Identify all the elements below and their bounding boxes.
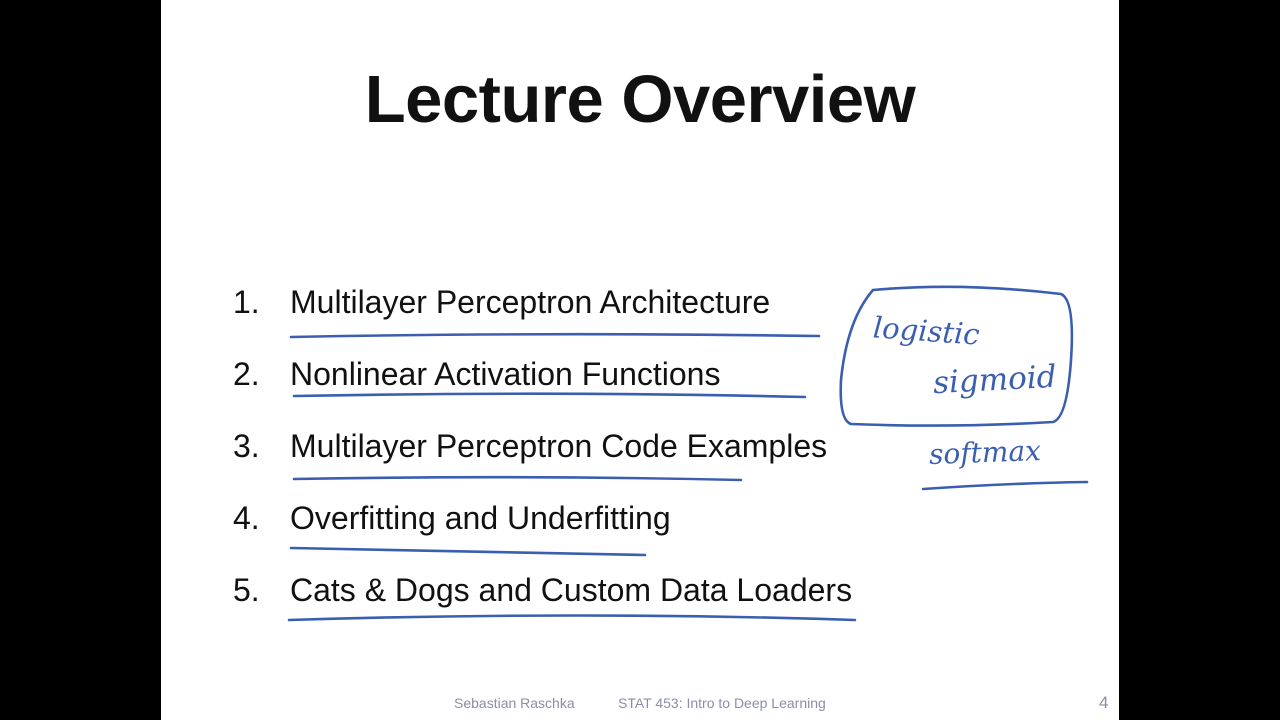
handwritten-note-softmax: softmax <box>928 434 1042 471</box>
agenda-item-2: 2. Nonlinear Activation Functions <box>233 352 720 396</box>
agenda-item-5: 5. Cats & Dogs and Custom Data Loaders <box>233 568 852 612</box>
agenda-item-4: 4. Overfitting and Underfitting <box>233 496 671 540</box>
agenda-item-number: 4. <box>233 500 260 536</box>
agenda-item-3: 3. Multilayer Perceptron Code Examples <box>233 424 827 468</box>
agenda-item-number: 1. <box>233 284 260 320</box>
slide: Lecture Overview 1. Multilayer Perceptron… <box>161 0 1119 720</box>
slide-title: Lecture Overview <box>364 62 916 137</box>
agenda-item-number: 5. <box>233 572 260 608</box>
underline-annotation <box>921 480 1089 491</box>
underline-item-3 <box>292 475 743 482</box>
handwritten-note-logistic: logistic <box>871 310 981 352</box>
agenda-item-label: Overfitting and Underfitting <box>290 500 671 536</box>
agenda-item-number: 2. <box>233 356 260 392</box>
agenda-item-number: 3. <box>233 428 260 464</box>
agenda-item-1: 1. Multilayer Perceptron Architecture <box>233 280 770 324</box>
agenda-item-label: Multilayer Perceptron Code Examples <box>290 428 828 464</box>
agenda-item-label: Cats & Dogs and Custom Data Loaders <box>290 572 853 608</box>
agenda-item-label: Multilayer Perceptron Architecture <box>290 284 771 320</box>
page-number: 4 <box>1099 693 1109 712</box>
underline-item-5 <box>287 614 857 622</box>
handwritten-note-sigmoid: sigmoid <box>932 358 1058 402</box>
footer-author: Sebastian Raschka <box>454 695 575 711</box>
annotation-box <box>839 285 1074 427</box>
video-frame: Lecture Overview 1. Multilayer Perceptron… <box>0 0 1280 720</box>
footer-course: STAT 453: Intro to Deep Learning <box>618 695 826 711</box>
underline-item-4 <box>289 546 647 557</box>
agenda-item-label: Nonlinear Activation Functions <box>290 356 721 392</box>
underline-item-1 <box>289 332 821 339</box>
